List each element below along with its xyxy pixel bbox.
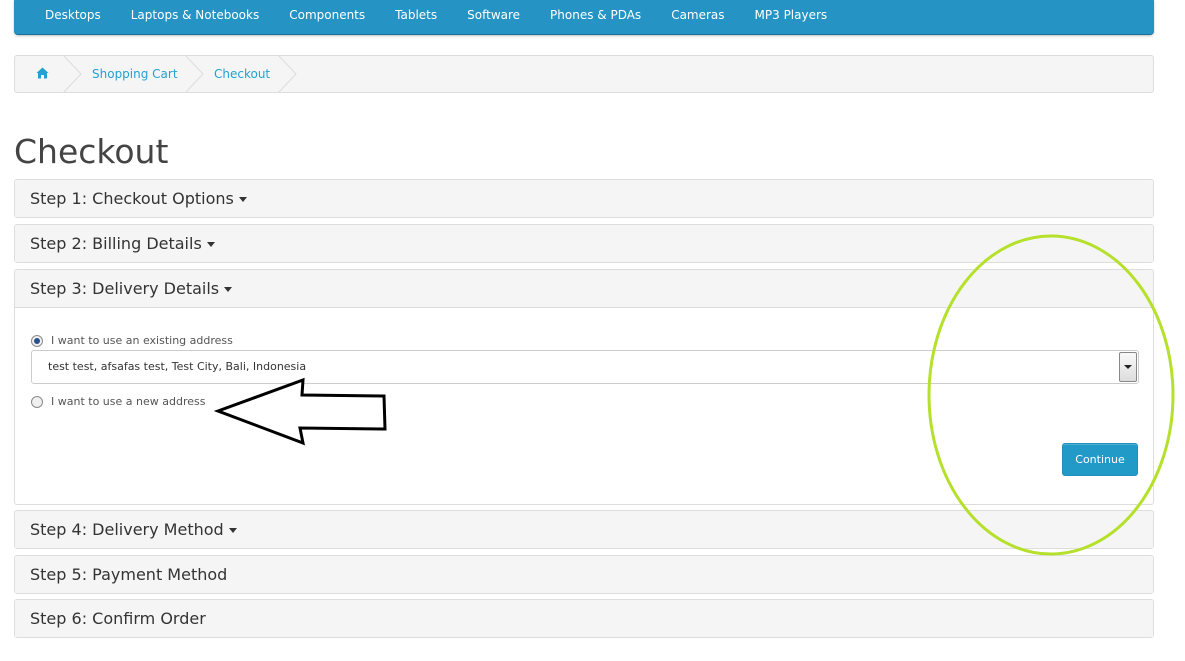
menu-item-cameras[interactable]: Cameras [656, 8, 739, 22]
breadcrumb-shopping-cart[interactable]: Shopping Cart [92, 56, 178, 92]
step-3-body: I want to use an existing address test t… [15, 308, 1153, 504]
step-1-heading[interactable]: Step 1: Checkout Options [15, 180, 1153, 217]
step-4-heading[interactable]: Step 4: Delivery Method [15, 511, 1153, 548]
step-4-title: Step 4: Delivery Method [30, 520, 224, 539]
caret-down-icon [228, 528, 237, 533]
panel-step-6: Step 6: Confirm Order [14, 599, 1154, 638]
new-address-radio[interactable] [31, 395, 43, 408]
panel-step-2: Step 2: Billing Details [14, 224, 1154, 263]
page-title: Checkout [14, 132, 169, 171]
caret-down-icon [206, 242, 215, 247]
address-select-value: test test, afsafas test, Test City, Bali… [48, 360, 307, 373]
step-5-title: Step 5: Payment Method [30, 565, 228, 584]
menu-item-desktops[interactable]: Desktops [30, 8, 116, 22]
new-address-option: I want to use a new address [31, 395, 205, 408]
chevron-down-icon[interactable] [1119, 352, 1137, 382]
step-6-heading[interactable]: Step 6: Confirm Order [15, 600, 1153, 637]
breadcrumb-home[interactable] [36, 56, 49, 92]
existing-address-option: I want to use an existing address [31, 334, 233, 347]
step-1-title: Step 1: Checkout Options [30, 189, 234, 208]
continue-button[interactable]: Continue [1062, 443, 1138, 476]
address-select[interactable]: test test, afsafas test, Test City, Bali… [31, 350, 1139, 384]
step-3-heading[interactable]: Step 3: Delivery Details [15, 270, 1153, 308]
menu-item-laptops-notebooks[interactable]: Laptops & Notebooks [116, 8, 274, 22]
step-5-heading[interactable]: Step 5: Payment Method [15, 556, 1153, 593]
menu-item-mp3-players[interactable]: MP3 Players [740, 8, 843, 22]
panel-step-4: Step 4: Delivery Method [14, 510, 1154, 549]
panel-step-3: Step 3: Delivery Details I want to use a… [14, 269, 1154, 505]
panel-step-1: Step 1: Checkout Options [14, 179, 1154, 218]
menu-item-phones-pdas[interactable]: Phones & PDAs [535, 8, 656, 22]
panel-step-5: Step 5: Payment Method [14, 555, 1154, 594]
menu-item-software[interactable]: Software [452, 8, 535, 22]
top-menu: Desktops Laptops & Notebooks Components … [14, 0, 1154, 35]
breadcrumb: Shopping Cart Checkout [14, 55, 1154, 93]
existing-address-label: I want to use an existing address [51, 334, 233, 347]
existing-address-radio[interactable] [31, 334, 43, 347]
caret-down-icon [238, 197, 247, 202]
new-address-label: I want to use a new address [51, 395, 206, 408]
breadcrumb-checkout[interactable]: Checkout [214, 56, 270, 92]
step-2-title: Step 2: Billing Details [30, 234, 202, 253]
step-3-title: Step 3: Delivery Details [30, 279, 220, 298]
step-6-title: Step 6: Confirm Order [30, 609, 206, 628]
step-2-heading[interactable]: Step 2: Billing Details [15, 225, 1153, 262]
menu-item-components[interactable]: Components [274, 8, 380, 22]
caret-down-icon [224, 287, 233, 292]
home-icon [36, 67, 49, 79]
menu-item-tablets[interactable]: Tablets [380, 8, 452, 22]
